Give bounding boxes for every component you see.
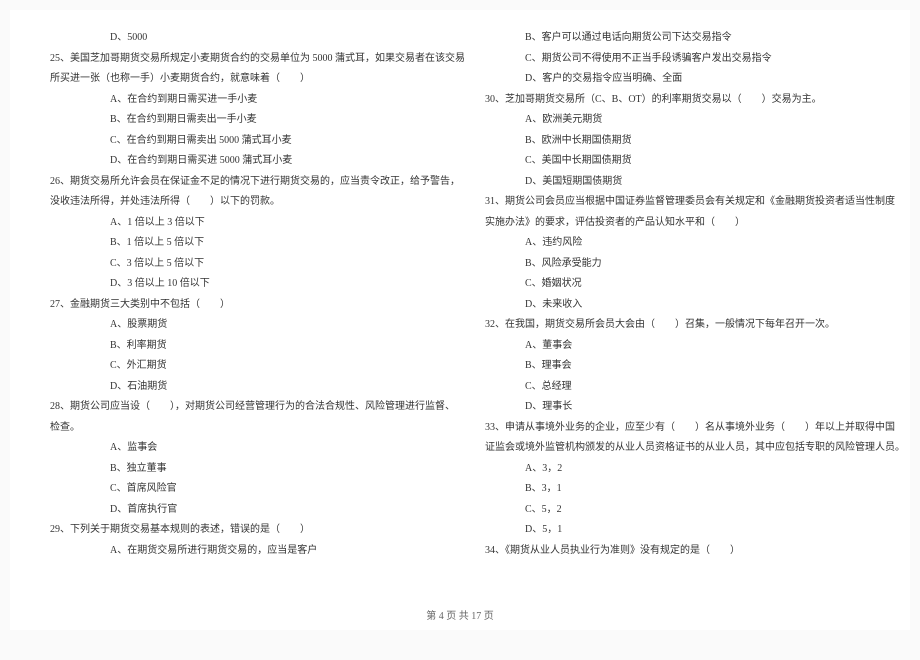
text-line: A、在合约到期日需买进一手小麦 bbox=[50, 90, 465, 111]
text-line: D、未来收入 bbox=[485, 295, 905, 316]
text-line: D、客户的交易指令应当明确、全面 bbox=[485, 69, 905, 90]
text-line: C、期货公司不得使用不正当手段诱骗客户发出交易指令 bbox=[485, 49, 905, 70]
text-line: D、首席执行官 bbox=[50, 500, 465, 521]
text-line: B、1 倍以上 5 倍以下 bbox=[50, 233, 465, 254]
text-line: C、3 倍以上 5 倍以下 bbox=[50, 254, 465, 275]
text-line: A、1 倍以上 3 倍以下 bbox=[50, 213, 465, 234]
text-line: B、在合约到期日需卖出一手小麦 bbox=[50, 110, 465, 131]
text-line: D、5，1 bbox=[485, 520, 905, 541]
text-line: B、理事会 bbox=[485, 356, 905, 377]
text-line: C、5，2 bbox=[485, 500, 905, 521]
text-line: C、美国中长期国债期货 bbox=[485, 151, 905, 172]
text-line: D、理事长 bbox=[485, 397, 905, 418]
text-line: A、董事会 bbox=[485, 336, 905, 357]
text-line: D、在合约到期日需买进 5000 蒲式耳小麦 bbox=[50, 151, 465, 172]
text-line: 31、期货公司会员应当根据中国证券监督管理委员会有关规定和《金融期货投资者适当性… bbox=[485, 192, 905, 213]
text-line: C、外汇期货 bbox=[50, 356, 465, 377]
text-line: 26、期货交易所允许会员在保证金不足的情况下进行期货交易的，应当责令改正，给予警… bbox=[50, 172, 465, 193]
text-line: B、利率期货 bbox=[50, 336, 465, 357]
text-line: A、3，2 bbox=[485, 459, 905, 480]
text-line: A、在期货交易所进行期货交易的，应当是客户 bbox=[50, 541, 465, 562]
text-line: A、股票期货 bbox=[50, 315, 465, 336]
text-line: A、违约风险 bbox=[485, 233, 905, 254]
text-line: D、石油期货 bbox=[50, 377, 465, 398]
text-line: A、监事会 bbox=[50, 438, 465, 459]
text-line: C、婚姻状况 bbox=[485, 274, 905, 295]
text-line: 检查。 bbox=[50, 418, 465, 439]
text-line: 所买进一张（也称一手）小麦期货合约，就意味着（ ） bbox=[50, 69, 465, 90]
right-column: B、客户可以通过电话向期货公司下达交易指令C、期货公司不得使用不正当手段诱骗客户… bbox=[475, 28, 915, 625]
text-line: 34、《期货从业人员执业行为准则》没有规定的是（ ） bbox=[485, 541, 905, 562]
text-line: 证监会或境外监管机构颁发的从业人员资格证书的从业人员，其中应包括专职的风险管理人… bbox=[485, 438, 905, 459]
left-column: D、500025、美国芝加哥期货交易所规定小麦期货合约的交易单位为 5000 蒲… bbox=[40, 28, 475, 625]
text-line: 32、在我国，期货交易所会员大会由（ ）召集，一般情况下每年召开一次。 bbox=[485, 315, 905, 336]
text-line: B、客户可以通过电话向期货公司下达交易指令 bbox=[485, 28, 905, 49]
text-line: 25、美国芝加哥期货交易所规定小麦期货合约的交易单位为 5000 蒲式耳，如果交… bbox=[50, 49, 465, 70]
text-line: C、总经理 bbox=[485, 377, 905, 398]
text-line: C、在合约到期日需卖出 5000 蒲式耳小麦 bbox=[50, 131, 465, 152]
text-line: B、风险承受能力 bbox=[485, 254, 905, 275]
document-page: D、500025、美国芝加哥期货交易所规定小麦期货合约的交易单位为 5000 蒲… bbox=[10, 10, 910, 630]
text-line: 29、下列关于期货交易基本规则的表述，错误的是（ ） bbox=[50, 520, 465, 541]
text-line: B、3，1 bbox=[485, 479, 905, 500]
text-line: B、独立董事 bbox=[50, 459, 465, 480]
text-line: 27、金融期货三大类别中不包括（ ） bbox=[50, 295, 465, 316]
text-line: D、3 倍以上 10 倍以下 bbox=[50, 274, 465, 295]
text-line: D、美国短期国债期货 bbox=[485, 172, 905, 193]
text-line: 33、申请从事境外业务的企业，应至少有（ ）名从事境外业务（ ）年以上并取得中国 bbox=[485, 418, 905, 439]
page-footer: 第 4 页 共 17 页 bbox=[10, 607, 910, 622]
text-line: D、5000 bbox=[50, 28, 465, 49]
text-line: C、首席风险官 bbox=[50, 479, 465, 500]
text-line: B、欧洲中长期国债期货 bbox=[485, 131, 905, 152]
text-line: 28、期货公司应当设（ ），对期货公司经营管理行为的合法合规性、风险管理进行监督… bbox=[50, 397, 465, 418]
text-line: 没收违法所得，并处违法所得（ ）以下的罚款。 bbox=[50, 192, 465, 213]
text-line: A、欧洲美元期货 bbox=[485, 110, 905, 131]
text-line: 30、芝加哥期货交易所（C、B、OT）的利率期货交易以（ ）交易为主。 bbox=[485, 90, 905, 111]
text-line: 实施办法》的要求，评估投资者的产品认知水平和（ ） bbox=[485, 213, 905, 234]
